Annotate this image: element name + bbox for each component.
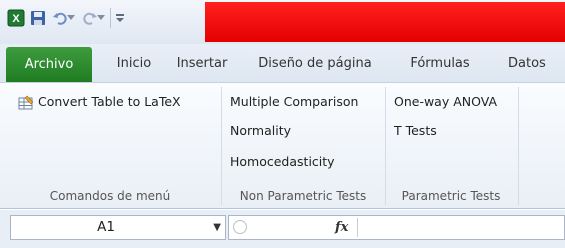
- formula-bar: A1 ▼ fx: [0, 210, 565, 248]
- tab-archivo[interactable]: Archivo: [6, 47, 92, 82]
- name-box[interactable]: A1 ▼: [10, 215, 226, 240]
- convert-table-latex-button[interactable]: Convert Table to LaTeX: [18, 91, 181, 113]
- tab-diseno-label: Diseño de página: [258, 55, 372, 71]
- undo-dropdown-icon[interactable]: [66, 8, 76, 28]
- tab-insertar-label: Insertar: [176, 55, 228, 71]
- normality-button[interactable]: Normality: [230, 120, 291, 142]
- tab-archivo-label: Archivo: [24, 57, 74, 72]
- group-parametric: One-way ANOVA T Tests Parametric Tests: [386, 83, 522, 209]
- group-menu-commands: Convert Table to LaTeX Comandos de menú: [0, 83, 220, 209]
- t-tests-button[interactable]: T Tests: [394, 120, 437, 142]
- customize-toolbar-icon[interactable]: [114, 8, 126, 28]
- redacted-title-bar: [205, 2, 565, 42]
- name-box-value: A1: [97, 219, 115, 235]
- formula-divider: [357, 218, 358, 237]
- excel-logo-icon[interactable]: X: [6, 8, 26, 28]
- tab-datos[interactable]: Datos: [508, 44, 565, 82]
- tab-inicio[interactable]: Inicio: [104, 44, 164, 82]
- ribbon-tabs: Archivo Inicio Insertar Diseño de página…: [0, 44, 565, 82]
- multiple-comparison-button[interactable]: Multiple Comparison: [230, 91, 358, 113]
- group-non-parametric: Multiple Comparison Normality Homocedast…: [222, 83, 384, 209]
- group-label-parametric: Parametric Tests: [401, 189, 501, 203]
- tab-insertar[interactable]: Insertar: [170, 44, 234, 82]
- one-way-anova-button[interactable]: One-way ANOVA: [394, 91, 497, 113]
- save-icon[interactable]: [28, 8, 48, 28]
- convert-table-latex-label: Convert Table to LaTeX: [38, 94, 181, 109]
- chevron-down-icon[interactable]: ▼: [213, 216, 221, 239]
- tab-inicio-label: Inicio: [116, 55, 152, 71]
- ribbon-panel: Convert Table to LaTeX Comandos de menú …: [0, 82, 565, 209]
- redo-dropdown-icon[interactable]: [96, 8, 106, 28]
- group-label-menu-commands: Comandos de menú: [49, 189, 171, 203]
- group-separator: [518, 87, 519, 205]
- insert-function-button[interactable]: fx: [335, 216, 348, 239]
- formula-cancel-icon[interactable]: [233, 220, 247, 234]
- qat-separator: [110, 8, 111, 28]
- tab-diseno-pagina[interactable]: Diseño de página: [240, 44, 390, 82]
- formula-input[interactable]: fx: [228, 215, 565, 240]
- tab-formulas[interactable]: Fórmulas: [398, 44, 482, 82]
- table-latex-icon: [18, 95, 34, 111]
- tab-formulas-label: Fórmulas: [410, 55, 470, 71]
- svg-text:X: X: [12, 13, 20, 25]
- homocedasticity-button[interactable]: Homocedasticity: [230, 151, 335, 173]
- tab-datos-label: Datos: [508, 55, 546, 71]
- group-label-non-parametric: Non Parametric Tests: [239, 189, 367, 203]
